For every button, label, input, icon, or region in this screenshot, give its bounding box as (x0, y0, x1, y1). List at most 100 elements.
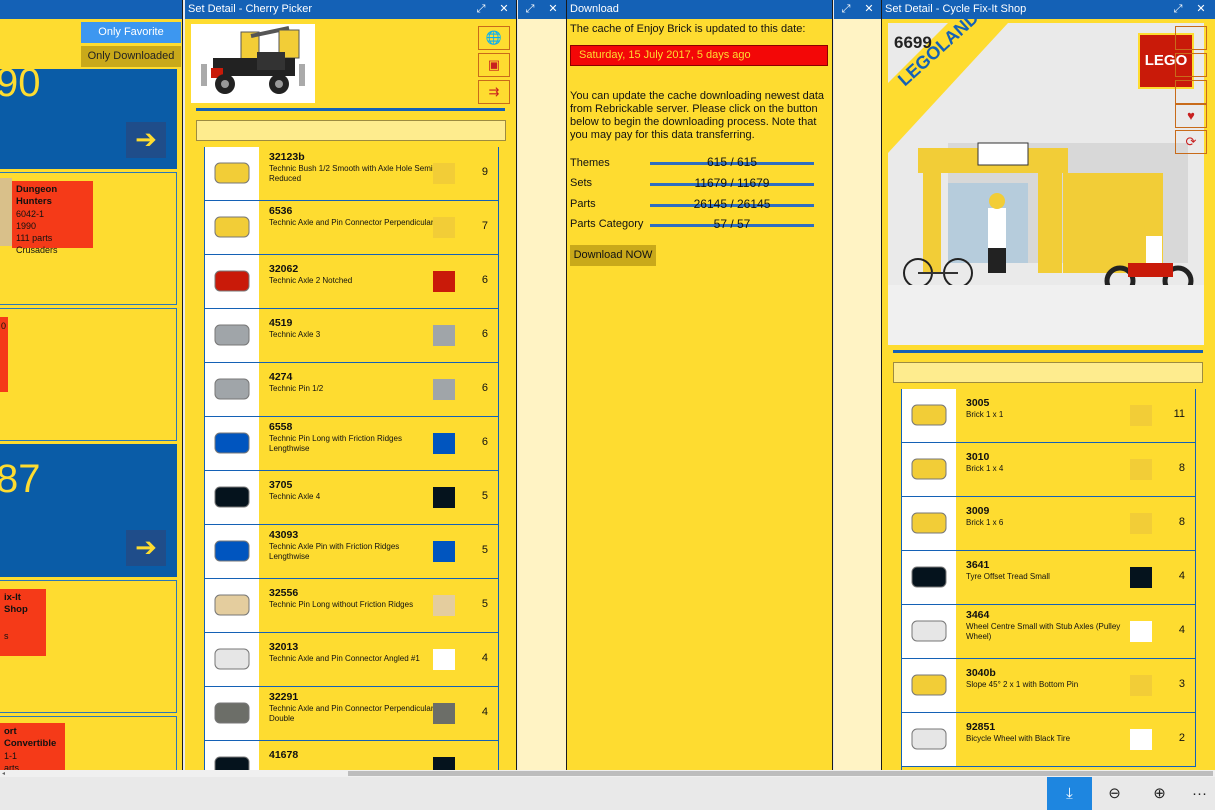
part-row[interactable]: 32556 Technic Pin Long without Friction R… (205, 579, 499, 633)
part-color-swatch (1130, 459, 1152, 480)
part-row[interactable]: 6536 Technic Axle and Pin Connector Perpe… (205, 201, 499, 255)
part-number: 43093 (269, 529, 299, 541)
save-icon[interactable] (1175, 53, 1207, 77)
more-icon[interactable]: ··· (1177, 777, 1215, 810)
part-name: Tyre Offset Tread Small (966, 572, 1050, 581)
part-quantity: 4 (1178, 624, 1185, 636)
part-quantity: 4 (481, 706, 488, 718)
part-image (902, 443, 956, 496)
part-row[interactable]: 32123b Technic Bush 1/2 Smooth with Axle … (205, 147, 499, 201)
part-color-swatch (433, 325, 455, 346)
expand-icon[interactable]: ⤢ (1168, 0, 1188, 19)
command-bar: ⤓ ⊖ ⊕ ··· (0, 777, 1215, 810)
only-downloaded-button[interactable]: Only Downloaded (81, 46, 181, 67)
part-quantity: 2 (1178, 732, 1185, 744)
set-card[interactable]: 0 (0, 308, 177, 441)
part-image (205, 687, 259, 740)
zoom-in-icon[interactable]: ⊕ (1137, 777, 1182, 810)
set-card[interactable]: Dungeon Hunters 6042-1 1990 111 parts Cr… (0, 172, 177, 305)
part-row[interactable]: 3009 Brick 1 x 6 8 (902, 497, 1196, 551)
theme-card[interactable]: 87 ➔ (0, 444, 177, 577)
download-now-button[interactable]: Download NOW (570, 245, 656, 266)
part-name: Brick 1 x 1 (966, 410, 1004, 419)
part-color-swatch (433, 217, 455, 238)
part-row[interactable]: 6558 Technic Pin Long with Friction Ridge… (205, 417, 499, 471)
part-name: Bicycle Wheel with Black Tire (966, 734, 1071, 743)
part-color-swatch (1130, 567, 1152, 588)
part-row[interactable]: 41678 (205, 741, 499, 770)
part-row[interactable]: 3705 Technic Axle 4 5 (205, 471, 499, 525)
part-row[interactable]: 3005 Brick 1 x 1 11 (902, 389, 1196, 443)
part-number: 6536 (269, 205, 293, 217)
heart-icon[interactable]: ♥ (1175, 104, 1207, 128)
part-quantity: 5 (481, 490, 488, 502)
parts-icon[interactable]: ⇉ (478, 80, 510, 104)
open-theme-button[interactable]: ➔ (126, 122, 166, 158)
refresh-icon[interactable]: ⟳ (1175, 130, 1207, 154)
part-quantity: 8 (1178, 462, 1185, 474)
download-titlebar: Download (567, 0, 832, 19)
set-card[interactable]: ix-It Shop s (0, 580, 177, 713)
cache-date: Saturday, 15 July 2017, 5 days ago (570, 45, 828, 66)
cycle-shop-panel: Set Detail - Cycle Fix-It Shop ⤢ ✕ 6699 … (882, 0, 1215, 770)
part-color-swatch (433, 271, 455, 292)
cache-text: The cache of Enjoy Brick is updated to t… (570, 23, 806, 35)
save-icon[interactable]: ▣ (478, 53, 510, 77)
stat-value: 26145 / 26145 (693, 197, 771, 211)
part-row[interactable]: 32013 Technic Axle and Pin Connector Angl… (205, 633, 499, 687)
close-icon[interactable]: ✕ (543, 0, 563, 19)
part-name: Technic Axle Pin with Friction Ridges Le… (269, 542, 400, 561)
part-row[interactable]: 92851 Bicycle Wheel with Black Tire 2 (902, 713, 1196, 767)
part-image (902, 497, 956, 550)
part-name: Brick 1 x 6 (966, 518, 1004, 527)
scroll-left-icon[interactable]: ◂ (2, 770, 5, 777)
stat-label: Themes (570, 157, 610, 169)
part-row[interactable]: 3641 Tyre Offset Tread Small 4 (902, 551, 1196, 605)
update-description: You can update the cache downloading new… (570, 90, 825, 141)
parts-icon[interactable] (1175, 80, 1207, 104)
close-icon[interactable]: ✕ (859, 0, 879, 19)
part-name: Technic Axle and Pin Connector Perpendic… (269, 218, 434, 227)
part-row[interactable]: 3040b Slope 45° 2 x 1 with Bottom Pin 3 (902, 659, 1196, 713)
part-color-swatch (433, 541, 455, 562)
part-image (205, 525, 259, 578)
part-row[interactable]: 3464 Wheel Centre Small with Stub Axles (… (902, 605, 1196, 659)
part-row[interactable]: 4274 Technic Pin 1/2 6 (205, 363, 499, 417)
part-name: Technic Axle and Pin Connector Perpendic… (269, 704, 434, 723)
globe-icon[interactable]: 🌐 (478, 26, 510, 50)
expand-icon[interactable]: ⤢ (836, 0, 856, 19)
expand-icon[interactable]: ⤢ (471, 0, 491, 19)
part-row[interactable]: 4519 Technic Axle 3 6 (205, 309, 499, 363)
only-favorite-button[interactable]: Only Favorite (81, 22, 181, 43)
globe-icon[interactable] (1175, 26, 1207, 50)
expand-icon[interactable]: ⤢ (520, 0, 540, 19)
part-search-input[interactable] (893, 362, 1203, 383)
part-color-swatch (433, 433, 455, 454)
part-quantity: 6 (481, 436, 488, 448)
download-icon[interactable]: ⤓ (1047, 777, 1092, 810)
set-card[interactable]: ort Convertible 1-1 arts (0, 716, 177, 770)
part-quantity: 4 (1178, 570, 1185, 582)
part-quantity: 7 (481, 220, 488, 232)
close-icon[interactable]: ✕ (1191, 0, 1211, 19)
part-number: 6558 (269, 421, 293, 433)
part-color-swatch (433, 163, 455, 184)
part-search-input[interactable] (196, 120, 506, 141)
part-quantity: 11 (1173, 408, 1185, 420)
close-icon[interactable]: ✕ (494, 0, 514, 19)
part-row[interactable]: 43093 Technic Axle Pin with Friction Ridg… (205, 525, 499, 579)
part-number: 41678 (269, 749, 299, 761)
scrollbar-thumb[interactable] (348, 771, 1213, 776)
cherry-picker-panel: Set Detail - Cherry Picker ⤢ ✕ 🌐 ▣ ⇉ 321… (185, 0, 517, 770)
cycle-titlebar: Set Detail - Cycle Fix-It Shop (882, 0, 1215, 19)
open-theme-button[interactable]: ➔ (126, 530, 166, 566)
theme-card[interactable]: 90 ➔ (0, 63, 177, 169)
part-row[interactable]: 32291 Technic Axle and Pin Connector Perp… (205, 687, 499, 741)
zoom-out-icon[interactable]: ⊖ (1092, 777, 1137, 810)
panel-title: Set Detail - Cherry Picker (188, 3, 313, 15)
part-color-swatch (433, 703, 455, 724)
part-row[interactable]: 3010 Brick 1 x 4 8 (902, 443, 1196, 497)
horizontal-scrollbar[interactable]: ◂ (0, 770, 1215, 777)
part-row[interactable]: 32062 Technic Axle 2 Notched 6 (205, 255, 499, 309)
part-number: 3464 (966, 609, 990, 621)
